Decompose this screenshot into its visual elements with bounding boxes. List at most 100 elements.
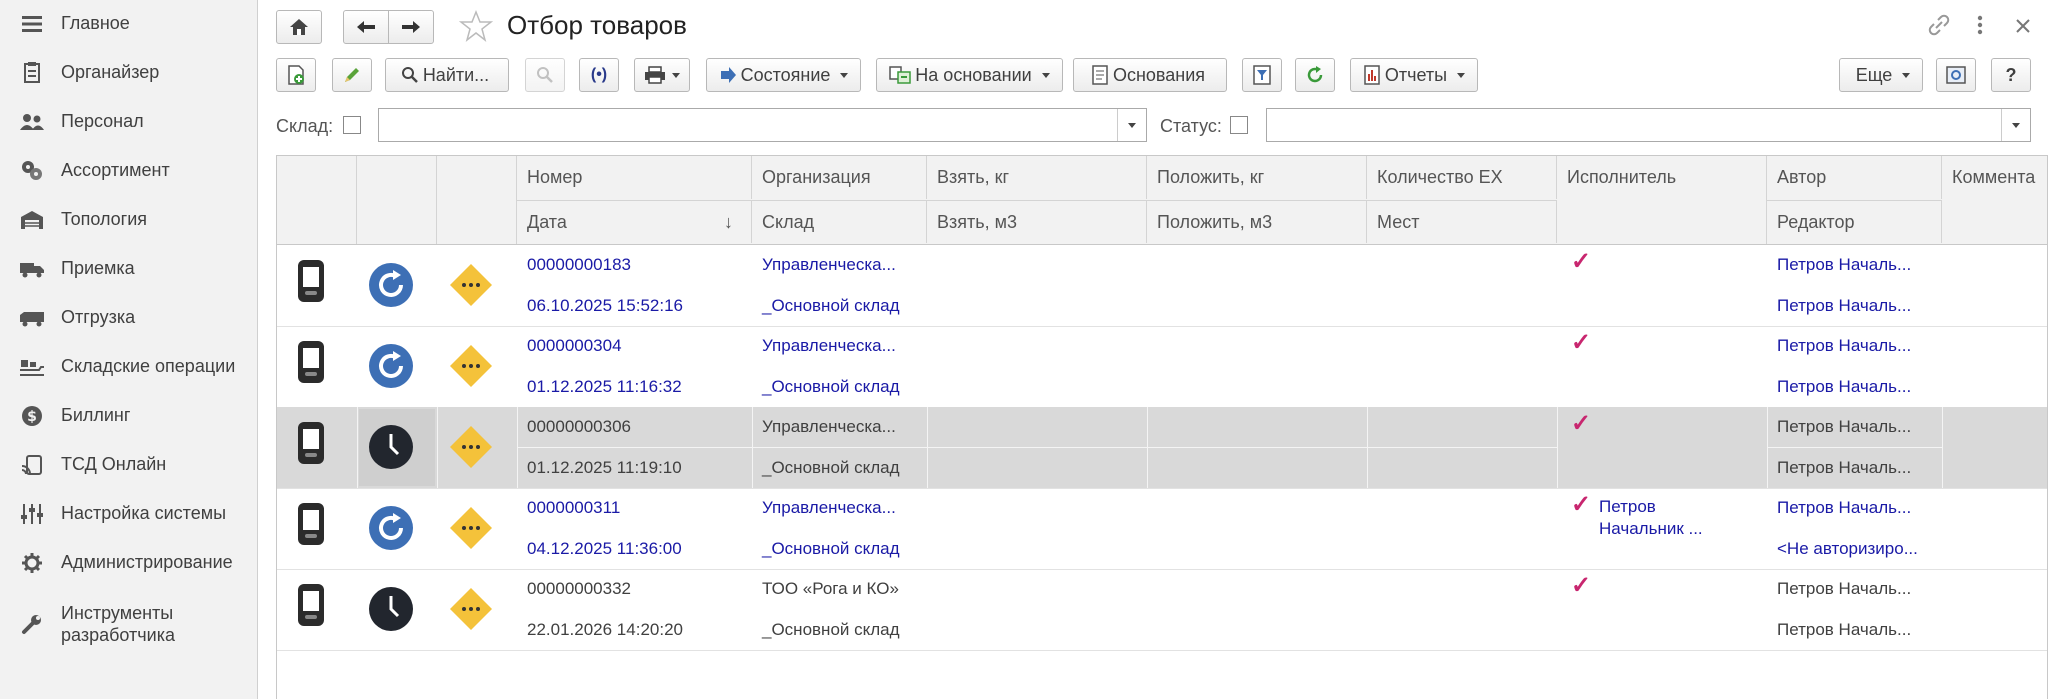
header-icon-col-2[interactable] — [357, 156, 437, 244]
cell-date[interactable]: 06.10.2025 15:52:16 — [517, 286, 752, 326]
cell-editor[interactable]: Петров Началь... — [1767, 286, 1942, 326]
cell-number[interactable]: 00000000183 — [517, 245, 752, 285]
header-icon-col-3[interactable] — [437, 156, 517, 244]
cell-number[interactable]: 0000000304 — [517, 326, 752, 366]
cell-executor[interactable] — [1589, 415, 1749, 465]
close-icon[interactable] — [2014, 14, 2032, 42]
link-icon[interactable] — [1927, 14, 1951, 42]
header-take-kg[interactable]: Взять, кг — [927, 156, 1147, 199]
header-icon-col-1[interactable] — [277, 156, 357, 244]
cell-executor[interactable] — [1589, 334, 1749, 384]
cell-organization[interactable]: Управленческа... — [752, 488, 927, 528]
header-editor[interactable]: Редактор — [1767, 200, 1942, 243]
cell-date[interactable]: 01.12.2025 11:19:10 — [517, 448, 752, 488]
cell-date[interactable]: 22.01.2026 14:20:20 — [517, 610, 752, 650]
header-number[interactable]: Номер — [517, 156, 752, 199]
cell-organization[interactable]: ТОО «Рога и КО» — [752, 569, 927, 609]
status-filter-field[interactable] — [1266, 108, 2031, 142]
sidebar-item-organizer[interactable]: Органайзер — [0, 61, 256, 85]
sidebar-item-shipping[interactable]: Отгрузка — [0, 306, 256, 330]
warehouse-filter-field[interactable] — [378, 108, 1147, 142]
header-organization[interactable]: Организация — [752, 156, 927, 199]
cell-editor[interactable]: Петров Началь... — [1767, 448, 1942, 488]
header-executor[interactable]: Исполнитель — [1557, 156, 1767, 244]
cell-warehouse[interactable]: _Основной склад — [752, 529, 927, 569]
cancel-search-button[interactable] — [525, 58, 565, 92]
status-filter-checkbox[interactable] — [1230, 116, 1248, 134]
cell-organization[interactable]: Управленческа... — [752, 407, 927, 447]
sidebar-item-billing[interactable]: $ Биллинг — [0, 404, 256, 428]
cell-date[interactable]: 04.12.2025 11:36:00 — [517, 529, 752, 569]
header-date-label: Дата — [527, 212, 567, 232]
cell-number[interactable]: 00000000306 — [517, 407, 752, 447]
cell-organization[interactable]: Управленческа... — [752, 326, 927, 366]
more-vertical-icon[interactable] — [1976, 14, 1984, 42]
help-button[interactable]: ? — [1991, 58, 2031, 92]
sidebar-item-staff[interactable]: Персонал — [0, 110, 256, 134]
header-date[interactable]: Дата ↓ — [517, 200, 752, 243]
header-comment[interactable]: Коммента — [1942, 156, 2047, 244]
table-row[interactable]: 00000000332 22.01.2026 14:20:20 ТОО «Рога … — [277, 569, 2047, 651]
reports-button[interactable]: Отчеты — [1350, 58, 1478, 92]
home-button[interactable] — [276, 10, 322, 44]
chevron-down-icon[interactable] — [1117, 109, 1146, 141]
sidebar-item-administration[interactable]: Администрирование — [0, 551, 256, 575]
state-button[interactable]: Состояние — [706, 58, 861, 92]
cell-editor[interactable]: <Не авторизиро... — [1767, 529, 1942, 569]
find-button[interactable]: Найти... — [385, 58, 509, 92]
cell-editor[interactable]: Петров Началь... — [1767, 367, 1942, 407]
cell-warehouse[interactable]: _Основной склад — [752, 286, 927, 326]
cell-warehouse[interactable]: _Основной склад — [752, 448, 927, 488]
chevron-down-icon[interactable] — [2001, 109, 2030, 141]
sidebar-item-main[interactable]: Главное — [0, 12, 256, 36]
cell-number[interactable]: 0000000311 — [517, 488, 752, 528]
cell-author[interactable]: Петров Началь... — [1767, 407, 1942, 447]
table-row[interactable]: 0000000311 04.12.2025 11:36:00 Управленчес… — [277, 488, 2047, 570]
table-row[interactable]: 00000000183 06.10.2025 15:52:16 Управленче… — [277, 245, 2047, 327]
cell-executor[interactable] — [1589, 253, 1749, 303]
cell-author[interactable]: Петров Началь... — [1767, 488, 1942, 528]
cell-organization[interactable]: Управленческа... — [752, 245, 927, 285]
sidebar-item-assortment[interactable]: Ассортимент — [0, 159, 256, 183]
more-button[interactable]: Еще — [1839, 58, 1923, 92]
header-take-m3[interactable]: Взять, м3 — [927, 200, 1147, 243]
create-button[interactable] — [276, 58, 316, 92]
cell-warehouse[interactable]: _Основной склад — [752, 367, 927, 407]
table-row[interactable]: 00000000306 01.12.2025 11:19:10 Управленче… — [277, 407, 2047, 489]
favorite-star-icon[interactable] — [458, 9, 494, 48]
warehouse-filter-checkbox[interactable] — [343, 116, 361, 134]
cell-number[interactable]: 00000000332 — [517, 569, 752, 609]
header-put-kg[interactable]: Положить, кг — [1147, 156, 1367, 199]
sidebar-item-dev-tools[interactable]: Инструменты разработчика — [0, 602, 256, 646]
sidebar-item-topology[interactable]: Топология — [0, 208, 256, 232]
sidebar-item-receiving[interactable]: Приемка — [0, 257, 256, 281]
sidebar-item-system-settings[interactable]: Настройка системы — [0, 502, 256, 526]
filter-list-button[interactable] — [1242, 58, 1282, 92]
table-row[interactable]: 0000000304 01.12.2025 11:16:32 Управленчес… — [277, 326, 2047, 408]
header-put-m3[interactable]: Положить, м3 — [1147, 200, 1367, 243]
cell-author[interactable]: Петров Началь... — [1767, 245, 1942, 285]
print-button[interactable] — [634, 58, 690, 92]
edit-button[interactable] — [332, 58, 372, 92]
cell-editor[interactable]: Петров Началь... — [1767, 610, 1942, 650]
form-settings-button[interactable] — [1936, 58, 1976, 92]
forward-button[interactable] — [388, 10, 434, 44]
refresh-button[interactable] — [1295, 58, 1335, 92]
cell-executor[interactable]: Петров Начальник ... — [1589, 496, 1749, 546]
header-author[interactable]: Автор — [1767, 156, 1942, 199]
based-on-button[interactable]: На основании — [876, 58, 1063, 92]
header-places[interactable]: Мест — [1367, 200, 1557, 243]
sidebar-item-tsd-online[interactable]: ТСД Онлайн — [0, 453, 256, 477]
cell-executor[interactable] — [1589, 577, 1749, 627]
back-button[interactable] — [343, 10, 389, 44]
cell-author[interactable]: Петров Началь... — [1767, 326, 1942, 366]
sidebar-item-label: Органайзер — [61, 62, 160, 82]
bases-button[interactable]: Основания — [1073, 58, 1227, 92]
sidebar-item-warehouse-ops[interactable]: Складские операции — [0, 355, 256, 379]
cell-author[interactable]: Петров Началь... — [1767, 569, 1942, 609]
header-warehouse[interactable]: Склад — [752, 200, 927, 243]
cell-warehouse[interactable]: _Основной склад — [752, 610, 927, 650]
scan-button[interactable]: (•) — [579, 58, 619, 92]
header-quantity-ex[interactable]: Количество ЕХ — [1367, 156, 1557, 199]
cell-date[interactable]: 01.12.2025 11:16:32 — [517, 367, 752, 407]
